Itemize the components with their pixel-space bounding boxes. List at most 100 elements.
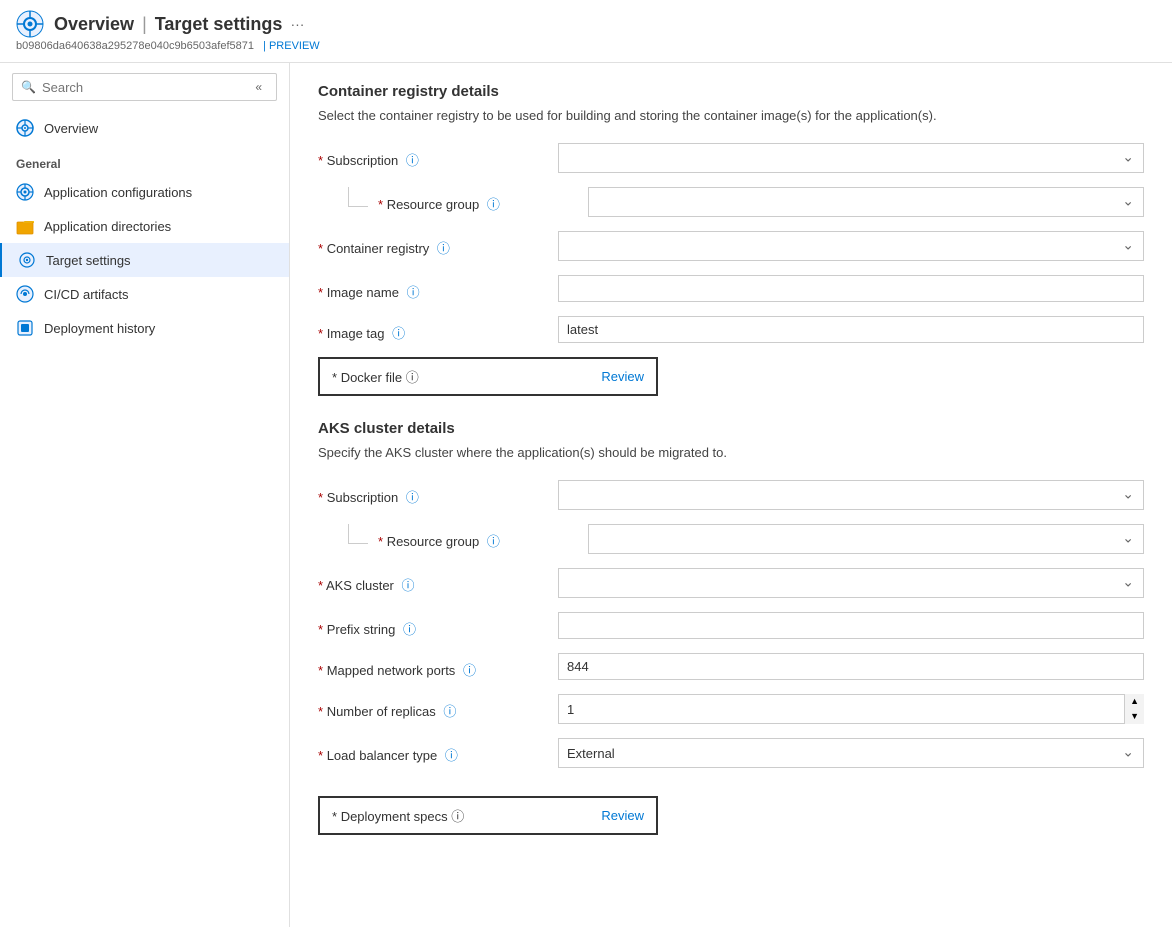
image-tag-row: * Image tag ⓘ (318, 316, 1144, 343)
prefix-string-label: * Prefix string ⓘ (318, 612, 558, 638)
sidebar-item-target-settings[interactable]: Target settings (0, 243, 289, 277)
deployment-specs-info-icon[interactable]: ⓘ (451, 809, 464, 824)
subscription-row-cr: * Subscription ⓘ (318, 143, 1144, 173)
container-registry-select[interactable] (558, 231, 1144, 261)
sidebar-item-deploy-history[interactable]: Deployment history (0, 311, 289, 345)
docker-file-review-link[interactable]: Review (601, 369, 644, 384)
folder-icon (16, 217, 34, 235)
image-tag-label: * Image tag ⓘ (318, 316, 558, 342)
subscription-control-aks (558, 480, 1144, 510)
mapped-ports-text: Mapped network ports (327, 663, 456, 678)
image-tag-input[interactable] (558, 316, 1144, 343)
collapse-sidebar-button[interactable]: « (249, 78, 268, 96)
resource-group-text-aks: Resource group (387, 534, 480, 549)
aks-cluster-row: * AKS cluster ⓘ (318, 568, 1144, 598)
prefix-string-row: * Prefix string ⓘ (318, 612, 1144, 639)
subscription-control-cr (558, 143, 1144, 173)
sidebar: 🔍 « Overview General Application configu… (0, 63, 290, 927)
subscription-info-icon-cr[interactable]: ⓘ (406, 153, 419, 168)
header-id-text: b09806da640638a295278e040c9b6503afef5871 (16, 40, 254, 52)
num-replicas-increment[interactable]: ▲ (1124, 694, 1144, 709)
load-balancer-info-icon[interactable]: ⓘ (445, 748, 458, 763)
header-preview-label: | PREVIEW (263, 40, 320, 52)
sidebar-item-cicd[interactable]: CI/CD artifacts (0, 277, 289, 311)
image-tag-text: Image tag (327, 326, 385, 341)
image-tag-info-icon[interactable]: ⓘ (392, 326, 405, 341)
indent-line-cr (348, 187, 368, 207)
search-box: 🔍 « (12, 73, 277, 101)
subscription-select-aks[interactable] (558, 480, 1144, 510)
image-name-info-icon[interactable]: ⓘ (407, 285, 420, 300)
sidebar-overview-label: Overview (44, 121, 98, 136)
subscription-label-aks: * Subscription ⓘ (318, 480, 558, 506)
subscription-select-cr[interactable] (558, 143, 1144, 173)
sidebar-deploy-history-label: Deployment history (44, 321, 155, 336)
sidebar-item-app-dirs[interactable]: Application directories (0, 209, 289, 243)
container-registry-desc: Select the container registry to be used… (318, 108, 1144, 123)
image-name-input[interactable] (558, 275, 1144, 302)
main-layout: 🔍 « Overview General Application configu… (0, 63, 1172, 927)
aks-cluster-label: * AKS cluster ⓘ (318, 568, 558, 594)
prefix-string-info-icon[interactable]: ⓘ (403, 622, 416, 637)
sidebar-section-general: General (0, 145, 289, 175)
mapped-ports-row: * Mapped network ports ⓘ (318, 653, 1144, 680)
num-replicas-spinner: ▲ ▼ (1124, 694, 1144, 724)
prefix-string-input[interactable] (558, 612, 1144, 639)
subscription-row-aks: * Subscription ⓘ (318, 480, 1144, 510)
image-name-label: * Image name ⓘ (318, 275, 558, 301)
prefix-string-control (558, 612, 1144, 639)
load-balancer-text: Load balancer type (327, 748, 438, 763)
load-balancer-label: * Load balancer type ⓘ (318, 738, 558, 764)
header: Overview | Target settings ··· b09806da6… (0, 0, 1172, 63)
mapped-ports-label: * Mapped network ports ⓘ (318, 653, 558, 679)
aks-cluster-section: AKS cluster details Specify the AKS clus… (318, 420, 1144, 835)
num-replicas-decrement[interactable]: ▼ (1124, 709, 1144, 724)
resource-group-info-icon-cr[interactable]: ⓘ (487, 197, 500, 212)
resource-group-select-aks[interactable] (588, 524, 1144, 554)
resource-group-select-cr[interactable] (588, 187, 1144, 217)
num-replicas-input[interactable] (558, 694, 1144, 724)
search-icon: 🔍 (21, 80, 36, 94)
indent-line-aks (348, 524, 368, 544)
deployment-specs-label: * Deployment specs ⓘ (332, 806, 464, 825)
container-registry-info-icon[interactable]: ⓘ (437, 241, 450, 256)
container-registry-text: Container registry (327, 241, 430, 256)
sidebar-cicd-label: CI/CD artifacts (44, 287, 129, 302)
resource-group-row-aks: * Resource group ⓘ (318, 524, 1144, 554)
aks-cluster-select[interactable] (558, 568, 1144, 598)
sidebar-item-app-config[interactable]: Application configurations (0, 175, 289, 209)
target-settings-icon (18, 251, 36, 269)
num-replicas-label: * Number of replicas ⓘ (318, 694, 558, 720)
docker-file-info-icon[interactable]: ⓘ (406, 370, 419, 385)
resource-group-label-cr: * Resource group ⓘ (378, 187, 588, 213)
docker-file-label: * Docker file ⓘ (332, 367, 419, 386)
load-balancer-select[interactable]: External Internal (558, 738, 1144, 768)
deployment-specs-box: * Deployment specs ⓘ Review (318, 796, 658, 835)
app-logo (16, 10, 44, 38)
overview-icon (16, 119, 34, 137)
header-sep: | (142, 14, 147, 35)
resource-group-label-aks: * Resource group ⓘ (378, 524, 588, 550)
header-more-button[interactable]: ··· (290, 16, 304, 32)
aks-cluster-title: AKS cluster details (318, 420, 1144, 437)
image-name-control (558, 275, 1144, 302)
search-input[interactable] (42, 80, 249, 95)
deployment-specs-review-link[interactable]: Review (601, 808, 644, 823)
aks-cluster-text: AKS cluster (326, 578, 394, 593)
deployment-specs-text: Deployment specs (341, 809, 448, 824)
sidebar-item-overview[interactable]: Overview (0, 111, 289, 145)
subscription-text-cr: Subscription (327, 153, 399, 168)
docker-file-box: * Docker file ⓘ Review (318, 357, 658, 396)
subscription-info-icon-aks[interactable]: ⓘ (406, 490, 419, 505)
num-replicas-control: ▲ ▼ (558, 694, 1144, 724)
mapped-ports-info-icon[interactable]: ⓘ (463, 663, 476, 678)
container-registry-control (558, 231, 1144, 261)
resource-group-info-icon-aks[interactable]: ⓘ (487, 534, 500, 549)
prefix-string-text: Prefix string (327, 622, 396, 637)
mapped-ports-input[interactable] (558, 653, 1144, 680)
resource-group-text-cr: Resource group (387, 197, 480, 212)
aks-cluster-info-icon[interactable]: ⓘ (402, 578, 415, 593)
resource-group-control-aks (588, 524, 1144, 554)
deploy-history-icon (16, 319, 34, 337)
num-replicas-info-icon[interactable]: ⓘ (443, 704, 456, 719)
